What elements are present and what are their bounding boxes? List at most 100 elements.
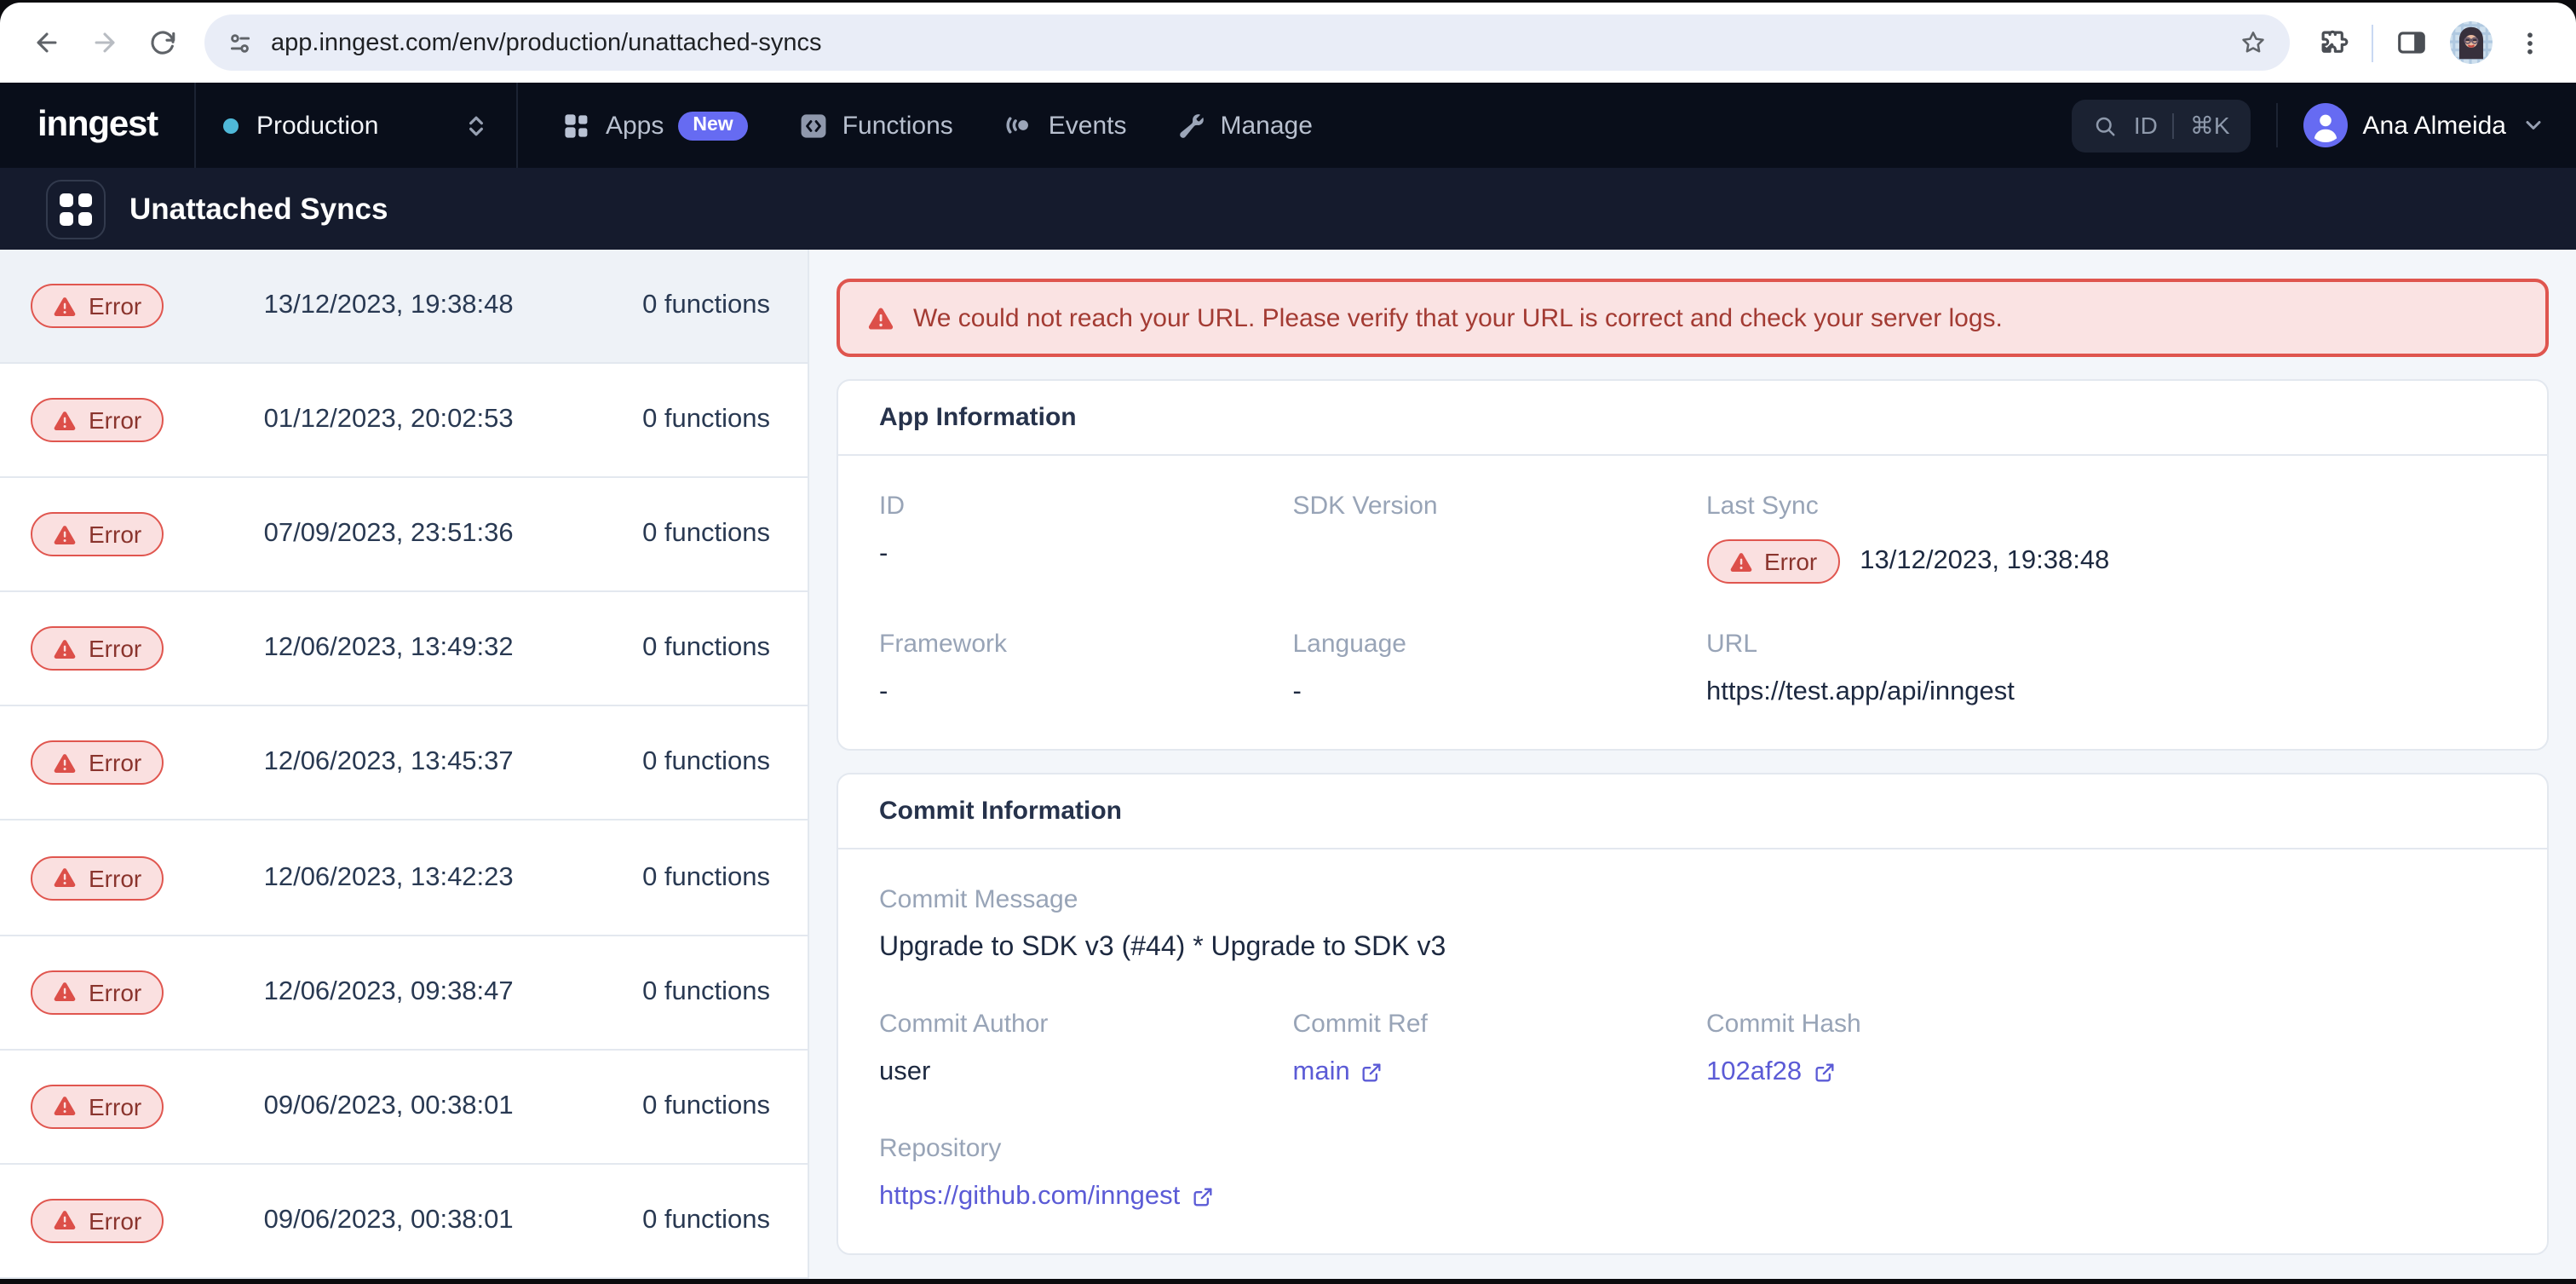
content: Error 13/12/2023, 19:38:48 0 functions E… [0,250,2576,1279]
inngest-logo[interactable]: inngest [0,83,195,168]
sync-list-item[interactable]: Error 07/09/2023, 23:51:36 0 functions [0,478,808,592]
user-avatar-icon [2303,103,2348,147]
commit-ref-link[interactable]: main [1293,1057,1384,1088]
sync-detail: We could not reach your URL. Please veri… [809,250,2576,1279]
sync-list-item[interactable]: Error 13/12/2023, 19:38:48 0 functions [0,250,808,364]
nav-item-functions[interactable]: Functions [800,111,953,140]
user-name: Ana Almeida [2363,111,2506,140]
user-menu[interactable]: Ana Almeida [2303,103,2545,147]
sync-timestamp: 13/12/2023, 19:38:48 [164,291,613,321]
reload-icon [147,28,176,57]
navbar-right: ID ⌘K Ana Almeida [2073,99,2576,152]
field-language: Language - [1293,630,1680,708]
extensions-icon[interactable] [2316,26,2349,59]
nav-item-events[interactable]: Events [1004,110,1127,141]
sync-function-count: 0 functions [613,976,770,1007]
field-id: ID - [879,492,1266,584]
search-divider [2173,112,2175,138]
status-badge: Error [31,1084,164,1128]
field-commit-author: Commit Author user [879,1010,1266,1088]
external-link-icon [1360,1061,1384,1085]
browser-toolbar: app.inngest.com/env/production/unattache… [0,3,2576,83]
nav-item-label: Events [1049,111,1127,140]
search-button[interactable]: ID ⌘K [2073,99,2251,152]
browser-profile-avatar[interactable] [2450,21,2493,64]
sync-function-count: 0 functions [613,748,770,779]
nav-item-label: Apps [606,111,664,140]
commit-hash-link[interactable]: 102af28 [1706,1057,1836,1088]
field-repository: Repository https://github.com/inngest [879,1134,2506,1212]
sync-list-item[interactable]: Error 12/06/2023, 13:42:23 0 functions [0,821,808,936]
nav-item-manage[interactable]: Manage [1178,111,1313,140]
sync-timestamp: 01/12/2023, 20:02:53 [164,405,613,435]
status-badge: Error [31,284,164,328]
forward-icon [89,28,118,57]
unattached-syncs-grid-icon [46,179,106,239]
warning-icon [867,305,894,331]
tune-icon[interactable] [227,29,254,56]
browser-actions [2303,21,2559,64]
sync-timestamp: 12/06/2023, 13:42:23 [164,862,613,893]
page-header: Unattached Syncs [0,168,2576,250]
error-banner-text: We could not reach your URL. Please veri… [913,303,2003,332]
manage-wrench-icon [1178,111,1207,140]
environment-name: Production [256,111,378,140]
sync-timestamp: 12/06/2023, 09:38:47 [164,976,613,1007]
navbar-items: Apps New Functions Events Manage [519,110,1313,141]
url-bar[interactable]: app.inngest.com/env/production/unattache… [204,14,2289,71]
nav-item-apps[interactable]: Apps New [563,111,749,140]
search-icon [2093,112,2119,138]
chevron-up-down-icon [464,112,490,138]
back-icon [32,28,60,57]
status-badge: Error [1706,539,1839,584]
chevron-down-icon [2521,113,2545,137]
app-window: app.inngest.com/env/production/unattache… [0,3,2576,1284]
repository-link[interactable]: https://github.com/inngest [879,1182,1214,1212]
sync-timestamp: 12/06/2023, 13:49:32 [164,634,613,665]
sync-list-item[interactable]: Error 09/06/2023, 00:38:01 0 functions [0,1165,808,1279]
sync-list-item[interactable]: Error 12/06/2023, 09:38:47 0 functions [0,936,808,1050]
field-commit-ref: Commit Ref main [1293,1010,1680,1088]
sync-list-item[interactable]: Error 12/06/2023, 13:49:32 0 functions [0,593,808,707]
sync-function-count: 0 functions [613,519,770,550]
environment-status-dot [224,118,239,133]
sync-timestamp: 09/06/2023, 00:38:01 [164,1091,613,1121]
forward-button[interactable] [75,14,133,72]
sync-list-item[interactable]: Error 09/06/2023, 00:38:01 0 functions [0,1050,808,1164]
external-link-icon [1812,1061,1836,1085]
url-text: app.inngest.com/env/production/unattache… [271,29,821,56]
side-panel-icon[interactable] [2395,26,2428,59]
sync-timestamp: 12/06/2023, 13:45:37 [164,748,613,779]
app-navbar: inngest Production Apps New Function [0,83,2576,168]
page-title: Unattached Syncs [129,191,388,227]
new-badge: New [677,111,748,140]
status-badge: Error [31,627,164,671]
field-commit-hash: Commit Hash 102af28 [1706,1010,2506,1088]
sync-list-item[interactable]: Error 01/12/2023, 20:02:53 0 functions [0,364,808,478]
field-url: URL https://test.app/api/inngest [1706,630,2506,708]
field-framework: Framework - [879,630,1266,708]
bookmark-star-icon[interactable] [2238,28,2267,57]
reload-button[interactable] [133,14,191,72]
external-link-icon [1190,1185,1214,1209]
nav-item-label: Manage [1221,111,1313,140]
browser-menu-icon[interactable] [2515,27,2545,58]
functions-icon [800,111,829,140]
sync-function-count: 0 functions [613,1091,770,1121]
nav-item-label: Functions [842,111,953,140]
search-id-label: ID [2134,112,2158,139]
card-title: App Information [838,381,2547,456]
status-badge: Error [31,512,164,556]
sync-list-item[interactable]: Error 12/06/2023, 13:45:37 0 functions [0,707,808,821]
sync-timestamp: 09/06/2023, 00:38:01 [164,1206,613,1236]
status-badge: Error [31,1199,164,1243]
app-information-card: App Information ID - SDK Version Last Sy… [837,379,2549,751]
error-banner: We could not reach your URL. Please veri… [837,279,2549,357]
sync-function-count: 0 functions [613,862,770,893]
field-last-sync: Last Sync Error 13/12/2023, 19:38:48 [1706,492,2506,584]
environment-selector[interactable]: Production [197,83,517,168]
syncs-list: Error 13/12/2023, 19:38:48 0 functions E… [0,250,809,1279]
toolbar-divider [2371,24,2373,61]
back-button[interactable] [17,14,75,72]
apps-grid-icon [563,111,592,140]
